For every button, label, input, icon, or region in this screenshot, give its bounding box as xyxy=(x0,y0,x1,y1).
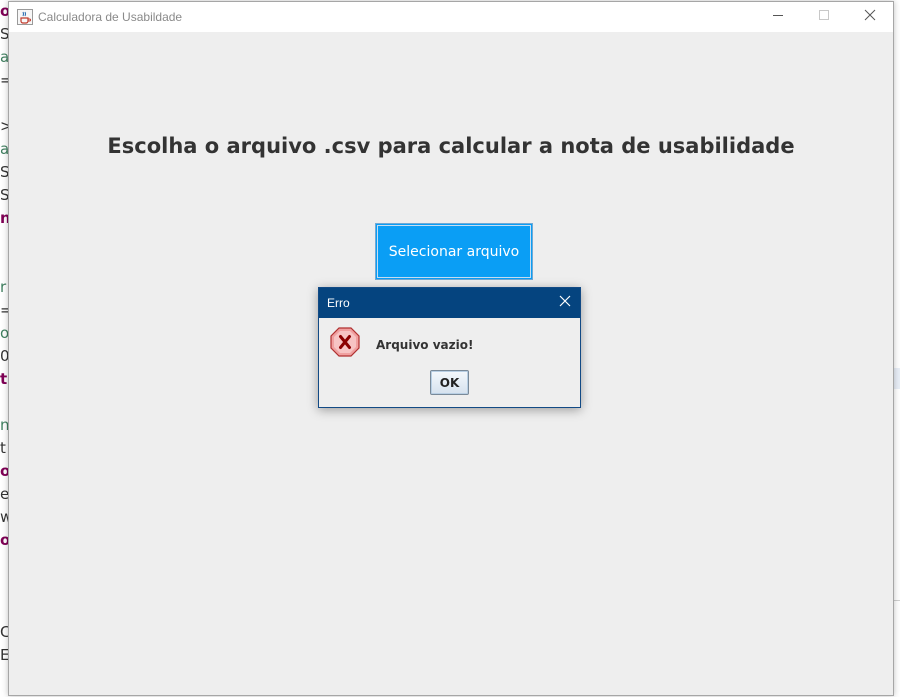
maximize-icon xyxy=(818,8,830,26)
window-close-button[interactable] xyxy=(847,2,893,32)
ok-button-label: OK xyxy=(439,375,460,390)
ok-button[interactable]: OK xyxy=(430,370,469,395)
minimize-button[interactable] xyxy=(755,2,801,32)
select-file-button[interactable]: Selecionar arquivo xyxy=(375,223,533,280)
minimize-icon xyxy=(772,8,784,26)
window-titlebar[interactable]: Calculadora de Usabildade xyxy=(9,2,893,32)
maximize-button[interactable] xyxy=(801,2,847,32)
error-icon xyxy=(329,326,361,358)
dialog-title: Erro xyxy=(327,296,350,310)
dialog-close-button[interactable] xyxy=(554,292,576,314)
error-dialog: Erro Arquivo vazio! OK xyxy=(318,287,581,408)
close-icon xyxy=(559,294,571,312)
java-cup-icon xyxy=(17,9,33,25)
dialog-titlebar[interactable]: Erro xyxy=(319,288,580,318)
select-file-button-label: Selecionar arquivo xyxy=(388,243,520,260)
dialog-message: Arquivo vazio! xyxy=(376,338,474,352)
window-title: Calculadora de Usabildade xyxy=(38,10,183,24)
close-icon xyxy=(864,8,876,26)
page-heading: Escolha o arquivo .csv para calcular a n… xyxy=(107,134,795,158)
